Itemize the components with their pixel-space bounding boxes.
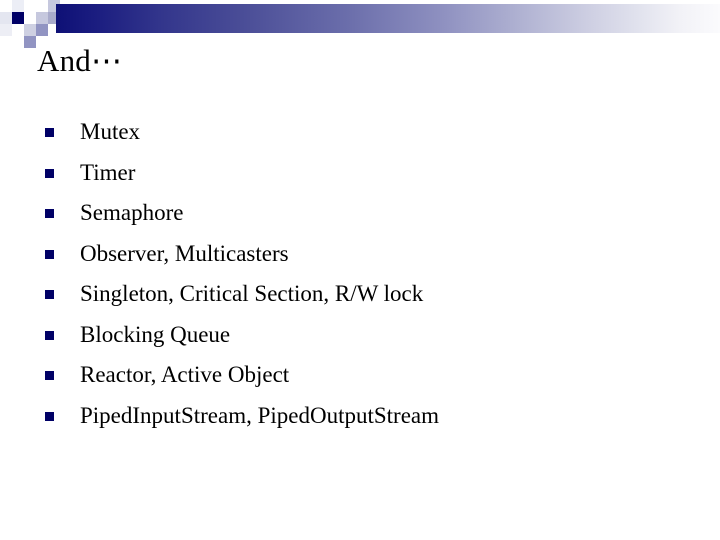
- header-gradient-bar: [56, 4, 720, 33]
- list-item-label: Blocking Queue: [80, 321, 231, 347]
- decor-square: [0, 36, 12, 48]
- list-item-label: Mutex: [80, 119, 141, 144]
- square-bullet-icon: [45, 330, 54, 340]
- decor-square: [24, 24, 36, 36]
- bullet-list: Mutex Timer Semaphore Observer, Multicas…: [0, 112, 720, 436]
- list-item: Singleton, Critical Section, R/W lock: [0, 274, 720, 315]
- decor-square-accent: [12, 12, 24, 24]
- list-item: Observer, Multicasters: [0, 234, 720, 275]
- square-bullet-icon: [45, 371, 54, 380]
- square-bullet-icon: [45, 168, 54, 178]
- decor-square: [12, 0, 24, 12]
- square-bullet-icon: [45, 128, 54, 137]
- list-item: Timer: [0, 153, 720, 194]
- list-item: Semaphore: [0, 193, 720, 234]
- square-bullet-icon: [45, 411, 54, 421]
- decor-square: [12, 24, 24, 36]
- decor-square: [24, 0, 36, 12]
- list-item-label: PipedInputStream, PipedOutputStream: [80, 402, 440, 428]
- decor-square: [36, 0, 48, 12]
- list-item: PipedInputStream, PipedOutputStream: [0, 396, 720, 437]
- slide-title: And⋯: [37, 43, 123, 78]
- square-bullet-icon: [45, 209, 54, 218]
- list-item: Blocking Queue: [0, 315, 720, 356]
- list-item-label: Semaphore: [80, 200, 184, 225]
- list-item-label: Singleton, Critical Section, R/W lock: [80, 281, 424, 306]
- decor-square: [24, 36, 36, 48]
- decor-square: [0, 12, 12, 24]
- decor-square: [0, 0, 12, 12]
- square-bullet-icon: [45, 290, 54, 299]
- list-item: Mutex: [0, 112, 720, 153]
- slide-canvas: And⋯ Mutex Timer Semaphore Observer, Mul…: [0, 0, 720, 540]
- decor-square: [12, 36, 24, 48]
- header-decoration: [0, 0, 720, 48]
- list-item: Reactor, Active Object: [0, 355, 720, 396]
- square-bullet-icon: [45, 249, 54, 259]
- list-item-label: Reactor, Active Object: [80, 362, 290, 387]
- decor-square: [36, 12, 48, 24]
- list-item-label: Observer, Multicasters: [80, 240, 289, 266]
- decor-square: [24, 12, 36, 24]
- decor-square: [0, 24, 12, 36]
- list-item-label: Timer: [80, 159, 136, 185]
- decor-square: [36, 24, 48, 36]
